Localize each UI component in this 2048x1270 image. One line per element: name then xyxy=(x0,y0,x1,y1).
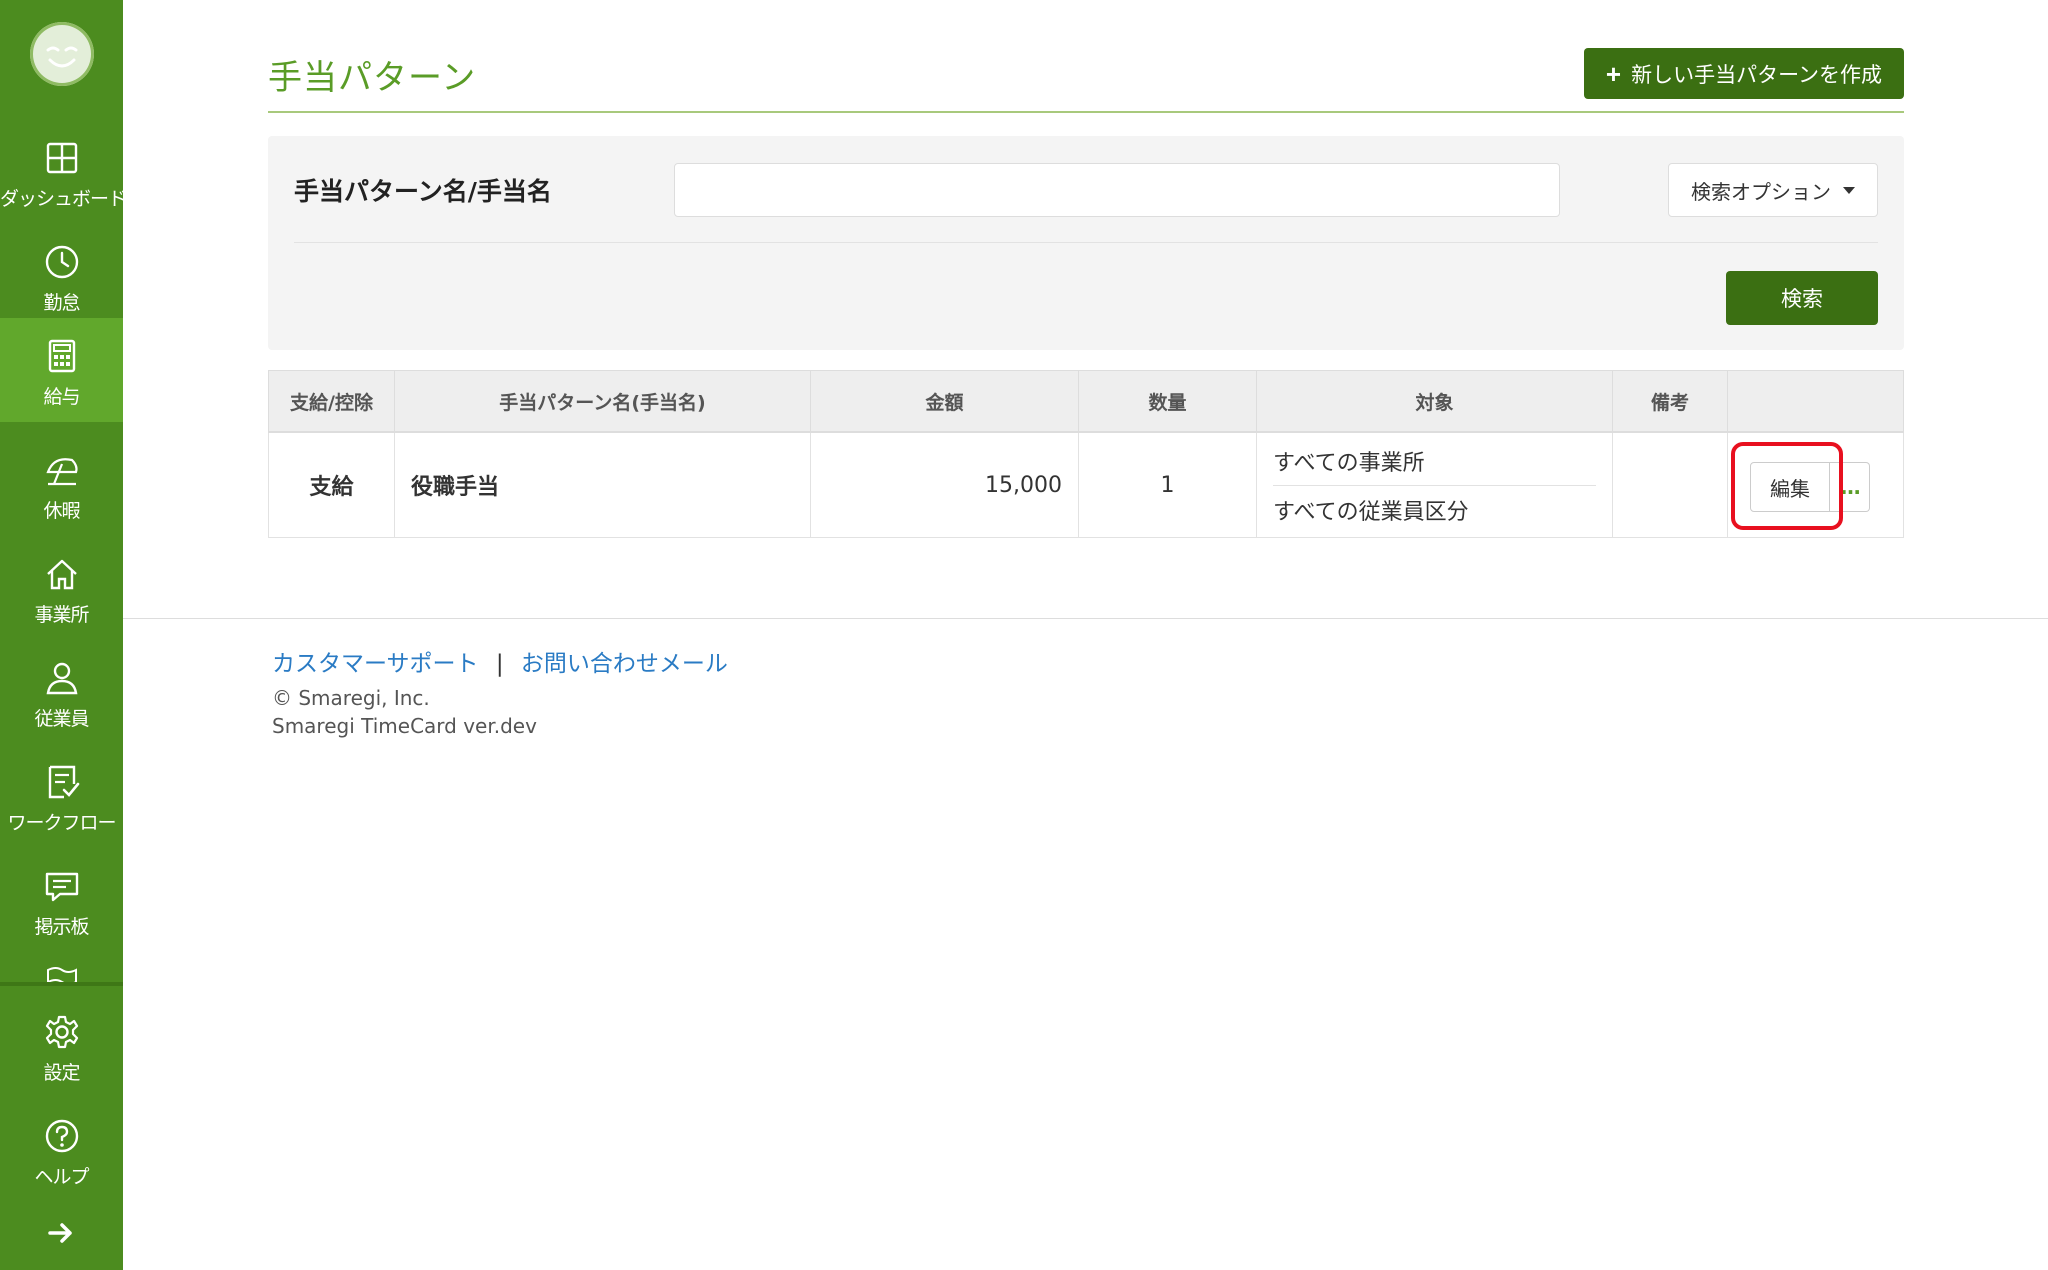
cell-target: すべての事業所 すべての従業員区分 xyxy=(1256,431,1613,538)
page-title: 手当パターン xyxy=(268,58,477,98)
cell-quantity: 1 xyxy=(1078,431,1257,538)
sidebar-item-workflow[interactable]: ワークフロー xyxy=(0,744,123,848)
sidebar-item-label: 従業員 xyxy=(34,708,89,730)
expand-sidebar-icon[interactable] xyxy=(44,1216,78,1250)
message-icon xyxy=(45,872,79,902)
contact-mail-link[interactable]: お問い合わせメール xyxy=(521,651,728,677)
sidebar-item-label: ダッシュボード xyxy=(0,188,127,210)
column-header-name: 手当パターン名(手当名) xyxy=(394,370,811,433)
sidebar-item-dashboard[interactable]: ダッシュボード xyxy=(0,120,127,224)
copyright: © Smaregi, Inc. xyxy=(272,686,430,710)
table-row: 支給 役職手当 15,000 1 すべての事業所 すべての従業員区分 編集 … xyxy=(268,431,1904,538)
search-panel: 手当パターン名/手当名 検索オプション 検索 xyxy=(268,136,1904,350)
column-header-note: 備考 xyxy=(1612,370,1728,433)
sidebar-item-board[interactable]: 掲示板 xyxy=(0,848,123,952)
cell-note xyxy=(1612,431,1728,538)
sidebar-divider xyxy=(0,982,123,986)
target-office: すべての事業所 xyxy=(1273,437,1596,486)
target-employee-class: すべての従業員区分 xyxy=(1273,499,1469,525)
dashboard-icon xyxy=(46,142,78,174)
sidebar-item-label: 勤怠 xyxy=(43,292,80,314)
cell-type: 支給 xyxy=(268,431,395,538)
create-pattern-label: 新しい手当パターンを作成 xyxy=(1631,63,1883,87)
person-icon xyxy=(46,662,78,695)
umbrella-icon xyxy=(46,458,78,486)
sidebar-item-attendance[interactable]: 勤怠 xyxy=(0,224,123,328)
footer-link-separator: | xyxy=(495,651,504,677)
version-text: Smaregi TimeCard ver.dev xyxy=(272,714,537,738)
sidebar-item-settings[interactable]: 設定 xyxy=(0,994,123,1098)
edit-button[interactable]: 編集 xyxy=(1750,462,1830,512)
customer-support-link[interactable]: カスタマーサポート xyxy=(272,651,479,677)
column-header-target: 対象 xyxy=(1256,370,1613,433)
search-label: 手当パターン名/手当名 xyxy=(294,177,552,206)
column-header-actions xyxy=(1727,370,1904,433)
sidebar-item-label: ワークフロー xyxy=(7,812,116,834)
sidebar-item-leave[interactable]: 休暇 xyxy=(0,432,123,536)
sidebar-item-label: 設定 xyxy=(43,1062,80,1084)
allowance-pattern-table: 支給/控除 手当パターン名(手当名) 金額 数量 対象 備考 支給 役職手当 1… xyxy=(268,370,1904,538)
sidebar-item-payroll[interactable]: 給与 xyxy=(0,318,123,422)
sidebar-item-label: 事業所 xyxy=(34,604,89,626)
table-header-row: 支給/控除 手当パターン名(手当名) 金額 数量 対象 備考 xyxy=(268,370,1904,433)
sidebar-item-label: 休暇 xyxy=(43,500,80,522)
cell-amount: 15,000 xyxy=(810,431,1079,538)
cell-name: 役職手当 xyxy=(394,431,811,538)
title-divider xyxy=(268,111,1904,113)
column-header-quantity: 数量 xyxy=(1078,370,1257,433)
search-options-label: 検索オプション xyxy=(1691,179,1831,204)
sidebar-item-employee[interactable]: 従業員 xyxy=(0,640,123,744)
create-pattern-button[interactable]: + 新しい手当パターンを作成 xyxy=(1584,48,1904,99)
more-options-button[interactable]: … xyxy=(1830,462,1870,512)
footer-divider xyxy=(123,618,2048,619)
search-input[interactable] xyxy=(674,163,1560,217)
sidebar-item-label: 給与 xyxy=(43,386,80,408)
smiley-icon xyxy=(46,46,78,68)
caret-down-icon xyxy=(1843,186,1855,194)
footer-links: カスタマーサポート | お問い合わせメール xyxy=(272,644,728,678)
search-divider xyxy=(294,242,1878,243)
clock-icon xyxy=(45,245,79,279)
cell-actions: 編集 … xyxy=(1727,431,1904,538)
app-logo[interactable] xyxy=(30,22,94,86)
column-header-type: 支給/控除 xyxy=(268,370,395,433)
sidebar-item-label: 掲示板 xyxy=(34,916,89,938)
sidebar: ダッシュボード 勤怠 給与 休暇 事業所 従業員 ワークフロー 掲示板 設定 ヘ… xyxy=(0,0,127,1270)
plus-icon: + xyxy=(1605,58,1622,89)
calculator-icon xyxy=(48,339,76,373)
sidebar-item-help[interactable]: ヘルプ xyxy=(0,1098,123,1202)
search-button[interactable]: 検索 xyxy=(1726,271,1878,325)
help-icon xyxy=(45,1119,79,1153)
sidebar-item-office[interactable]: 事業所 xyxy=(0,536,123,640)
search-options-dropdown[interactable]: 検索オプション xyxy=(1668,163,1878,217)
column-header-amount: 金額 xyxy=(810,370,1079,433)
checklist-icon xyxy=(48,765,80,799)
sidebar-item-label: ヘルプ xyxy=(34,1166,89,1188)
gear-icon xyxy=(45,1015,79,1049)
home-icon xyxy=(47,559,77,590)
